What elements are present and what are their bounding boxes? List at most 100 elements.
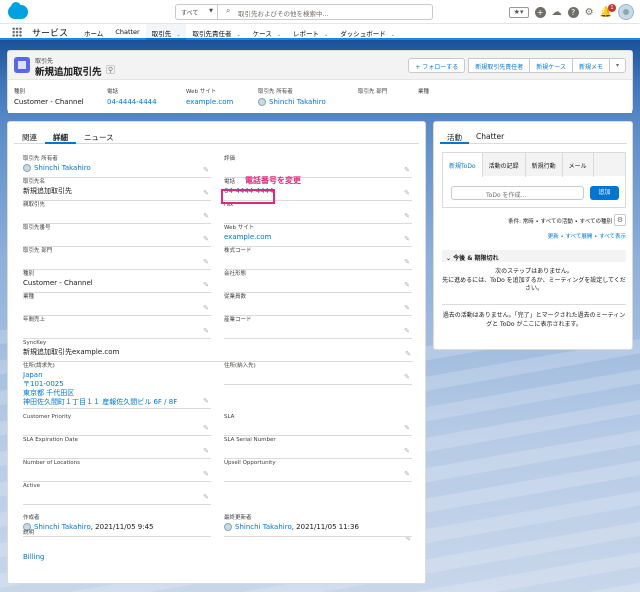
notification-bell-icon[interactable]: 🔔 1	[600, 3, 616, 18]
field-label: 株式コード	[224, 248, 252, 254]
header-actions: + フォローする 新規取引先責任者 新規ケース 新規メモ ▾	[408, 58, 626, 73]
field-label: 取引先 所有者	[258, 89, 293, 95]
field-value: Customer - Channel	[23, 279, 93, 287]
activity-tab-1[interactable]: Chatter	[469, 128, 511, 144]
hierarchy-icon[interactable]: ⚲	[106, 65, 115, 74]
edit-pencil-icon[interactable]: ✎	[203, 212, 209, 220]
chevron-down-icon[interactable]: ⌄	[324, 32, 328, 38]
activity-links[interactable]: 更新 • すべて展開 • すべて表示	[548, 232, 626, 240]
filter-gear-icon[interactable]: ⚙	[614, 214, 626, 226]
field-value[interactable]: Billing	[23, 553, 211, 562]
nav-item-4[interactable]: ケース ⌄	[247, 24, 287, 40]
help-icon[interactable]: ?	[567, 6, 579, 18]
edit-pencil-icon[interactable]: ✎	[203, 447, 209, 455]
edit-pencil-icon[interactable]: ✎	[404, 212, 410, 220]
header-button-0[interactable]: + フォローする	[408, 58, 466, 73]
nav-item-5[interactable]: レポート ⌄	[287, 24, 334, 40]
user-avatar[interactable]	[618, 4, 634, 20]
tab-0[interactable]: 関連	[14, 128, 45, 144]
field-value[interactable]: Shinchi Takahiro, 2021/11/05 11:36	[224, 523, 412, 532]
field-label: Upsell Opportunity	[224, 460, 276, 466]
edit-pencil-icon[interactable]: ✎	[404, 373, 410, 381]
field-value[interactable]: example.com	[224, 233, 412, 242]
user-icon	[23, 164, 31, 172]
edit-pencil-icon[interactable]: ✎	[404, 166, 410, 174]
user-icon	[224, 523, 232, 531]
edit-pencil-icon[interactable]: ✎	[404, 281, 410, 289]
search-icon: ⌕	[226, 6, 231, 15]
edit-pencil-icon[interactable]: ✎	[405, 350, 411, 358]
edit-pencil-icon[interactable]: ✎	[404, 470, 410, 478]
nav-item-3[interactable]: 取引先責任者 ⌄	[186, 24, 246, 40]
activity-subtab-1[interactable]: 活動の記録	[483, 153, 526, 177]
field-value[interactable]: example.com	[186, 98, 233, 106]
edit-pencil-icon[interactable]: ✎	[404, 327, 410, 335]
edit-pencil-icon[interactable]: ✎	[404, 189, 410, 197]
edit-pencil-icon[interactable]: ✎	[203, 493, 209, 501]
field-value[interactable]: Shinchi Takahiro	[258, 98, 326, 106]
edit-pencil-icon[interactable]: ✎	[203, 281, 209, 289]
field-value[interactable]: 04-4444-4444	[107, 98, 157, 106]
nav-item-2[interactable]: 取引先 ⌄	[145, 24, 187, 40]
chevron-down-icon[interactable]: ⌄	[391, 32, 395, 38]
salesforce-logo-icon[interactable]	[8, 2, 28, 19]
field-label: 業種	[418, 89, 430, 95]
detail-field: Active ✎	[23, 483, 211, 505]
more-actions-button[interactable]: ▾	[608, 58, 626, 73]
activity-subtab-2[interactable]: 新規行動	[526, 153, 563, 177]
detail-field: Upsell Opportunity ✎	[224, 460, 412, 482]
edit-pencil-icon[interactable]: ✎	[203, 470, 209, 478]
edit-pencil-icon[interactable]: ✎	[203, 258, 209, 266]
highlight-field: 電話 04-4444-4444	[107, 87, 157, 106]
header-button-2[interactable]: 新規ケース	[529, 58, 573, 73]
search-scope-select[interactable]: すべて ▼	[176, 5, 218, 19]
field-label: 作成者	[23, 515, 40, 521]
edit-pencil-icon[interactable]: ✎	[203, 304, 209, 312]
app-launcher-icon[interactable]	[12, 27, 22, 37]
header-button-3[interactable]: 新規メモ	[571, 58, 610, 73]
detail-field: SLA ✎	[224, 414, 412, 436]
activity-tab-0[interactable]: 活動	[440, 128, 469, 144]
field-value[interactable]: Shinchi Takahiro	[23, 164, 211, 173]
todo-input[interactable]: ToDo を作成...	[451, 186, 584, 200]
activity-subtab-3[interactable]: メール	[563, 153, 594, 177]
upcoming-section-header[interactable]: ⌄ 今後 & 期限切れ	[442, 250, 626, 262]
edit-pencil-icon[interactable]: ✎	[203, 235, 209, 243]
chevron-down-icon[interactable]: ⌄	[236, 32, 240, 38]
field-value[interactable]: Japan 〒101-0025 東京都 千代田区 神田佐久間町１丁目１１ 産報佐…	[23, 371, 211, 407]
add-todo-button[interactable]: 追加	[590, 186, 619, 200]
detail-field: Billing	[23, 552, 211, 574]
field-label: Number of Locations	[23, 460, 81, 466]
header-button-1[interactable]: 新規取引先責任者	[468, 58, 531, 73]
field-label: Customer Priority	[23, 414, 72, 420]
nav-item-0[interactable]: ホーム	[78, 24, 109, 40]
activity-subtab-0[interactable]: 新規ToDo	[443, 153, 483, 177]
edit-pencil-icon[interactable]: ✎	[404, 235, 410, 243]
gear-icon[interactable]: ⚙	[585, 7, 594, 18]
edit-pencil-icon[interactable]: ✎	[404, 258, 410, 266]
edit-pencil-icon[interactable]: ✎	[203, 166, 209, 174]
edit-pencil-icon[interactable]: ✎	[203, 397, 209, 405]
tab-2[interactable]: ニュース	[76, 128, 122, 144]
search-input[interactable]: 取引先およびその他を検索中...	[238, 8, 329, 18]
nav-item-6[interactable]: ダッシュボード ⌄	[334, 24, 401, 40]
trailhead-icon[interactable]: ☁	[552, 7, 562, 18]
edit-pencil-icon[interactable]: ✎	[203, 327, 209, 335]
detail-field: 業種 ✎	[23, 294, 211, 316]
edit-pencil-icon[interactable]: ✎	[404, 424, 410, 432]
global-actions-icon[interactable]: +	[534, 6, 546, 18]
highlight-field: 種別 Customer - Channel	[14, 87, 84, 106]
detail-field: Customer Priority ✎	[23, 414, 211, 436]
edit-pencil-icon[interactable]: ✎	[404, 447, 410, 455]
chevron-down-icon[interactable]: ⌄	[277, 32, 281, 38]
chevron-down-icon[interactable]: ⌄	[176, 32, 180, 38]
upcoming-message: 次のステップはありません。 先に進めるには、ToDo を追加するか、ミーティング…	[442, 268, 626, 292]
global-search[interactable]: すべて ▼ ⌕ 取引先およびその他を検索中...	[175, 4, 433, 20]
edit-pencil-icon[interactable]: ✎	[404, 304, 410, 312]
favorites-icon[interactable]: ★▾	[508, 6, 529, 18]
nav-item-1[interactable]: Chatter	[109, 24, 145, 40]
edit-pencil-icon[interactable]: ✎	[203, 424, 209, 432]
edit-pencil-icon[interactable]: ✎	[203, 189, 209, 197]
record-title: 新規追加取引先	[35, 67, 102, 78]
tab-1[interactable]: 詳細	[45, 128, 76, 144]
